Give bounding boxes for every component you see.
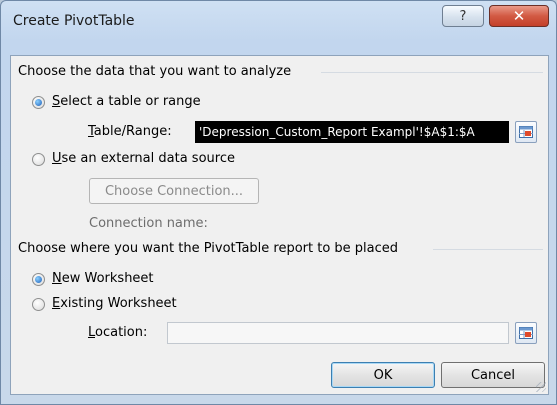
cancel-button[interactable]: Cancel <box>441 362 545 388</box>
close-button[interactable]: ✕ <box>489 5 549 27</box>
radio-existing-worksheet-label[interactable]: Existing Worksheet <box>52 296 177 311</box>
table-range-label: Table/Range: <box>88 124 172 139</box>
connection-name-label: Connection name: <box>89 216 208 231</box>
radio-select-table[interactable] <box>32 96 45 109</box>
section-divider <box>433 249 543 250</box>
table-range-value: 'Depression_Custom_Report Exampl'!$A$1:$… <box>199 125 475 139</box>
section-heading-data: Choose the data that you want to analyze <box>18 64 292 79</box>
radio-external-source-label[interactable]: Use an external data source <box>52 151 235 166</box>
location-input[interactable] <box>167 322 509 344</box>
range-select-icon <box>519 327 533 339</box>
radio-new-worksheet[interactable] <box>32 273 45 286</box>
dialog-title: Create PivotTable <box>13 13 135 29</box>
range-select-icon <box>519 126 533 138</box>
dialog-body: Choose the data that you want to analyze… <box>10 55 549 395</box>
section-heading-placement: Choose where you want the PivotTable rep… <box>18 241 399 256</box>
radio-select-table-label[interactable]: Select a table or range <box>52 94 201 109</box>
help-icon: ? <box>459 8 467 24</box>
section-divider <box>321 72 543 73</box>
location-picker-button[interactable] <box>515 322 537 344</box>
ok-button[interactable]: OK <box>331 362 435 388</box>
radio-external-source[interactable] <box>32 153 45 166</box>
close-icon: ✕ <box>512 7 526 25</box>
radio-new-worksheet-label[interactable]: New Worksheet <box>52 271 154 286</box>
radio-existing-worksheet[interactable] <box>32 298 45 311</box>
create-pivottable-dialog: Create PivotTable ? ✕ Choose the data th… <box>0 0 557 405</box>
choose-connection-button[interactable]: Choose Connection... <box>89 178 259 204</box>
help-button[interactable]: ? <box>442 5 484 27</box>
location-label: Location: <box>88 325 148 340</box>
table-range-picker-button[interactable] <box>515 121 537 143</box>
table-range-input[interactable]: 'Depression_Custom_Report Exampl'!$A$1:$… <box>195 121 509 143</box>
resize-grip-icon[interactable] <box>536 382 546 392</box>
